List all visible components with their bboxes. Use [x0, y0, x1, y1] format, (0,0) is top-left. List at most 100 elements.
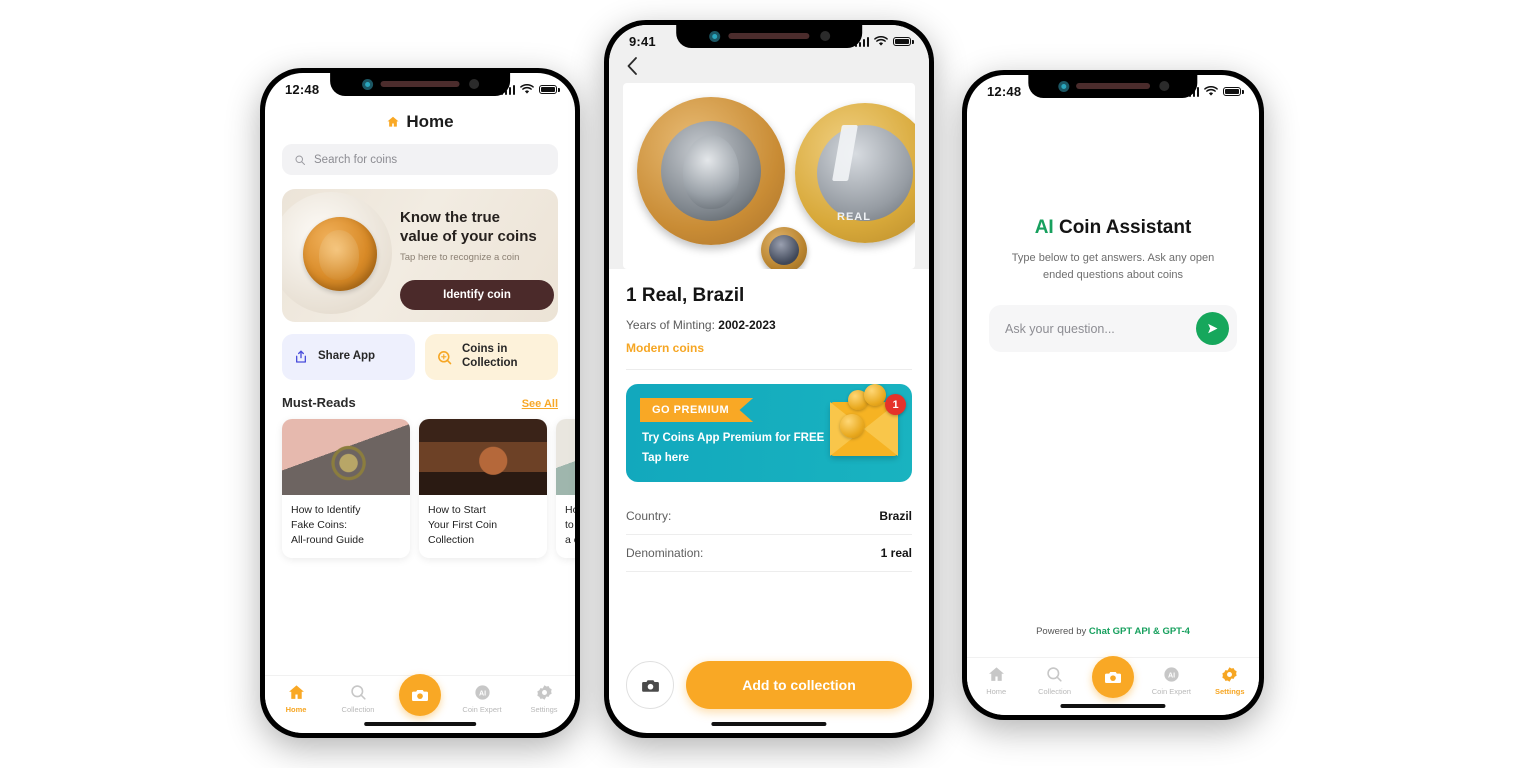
search-input[interactable]: Search for coins	[282, 144, 558, 175]
page-title-text: Home	[406, 112, 454, 131]
tab-camera[interactable]	[389, 674, 451, 716]
status-icons	[854, 34, 914, 47]
article-card[interactable]: How to v a c	[556, 419, 575, 558]
notification-badge: 1	[885, 394, 906, 415]
camera-icon	[641, 679, 659, 692]
page-title-rest: Coin Assistant	[1053, 217, 1192, 238]
search-placeholder: Search for coins	[314, 153, 398, 166]
question-input[interactable]: Ask your question...	[989, 305, 1237, 353]
article-thumbnail	[282, 419, 410, 495]
camera-button[interactable]	[626, 661, 674, 709]
spec-value: 1 real	[880, 546, 912, 560]
home-icon	[288, 685, 304, 699]
spec-value: Brazil	[879, 509, 912, 523]
tab-home-label: Home	[986, 687, 1007, 696]
send-button[interactable]	[1196, 312, 1229, 346]
front-camera-icon	[709, 31, 721, 42]
divider	[626, 369, 912, 370]
article-title: How to v a c	[565, 504, 575, 546]
notch	[330, 73, 510, 96]
camera-icon	[412, 690, 428, 701]
tab-camera[interactable]	[1084, 656, 1142, 698]
camera-button[interactable]	[1091, 656, 1134, 698]
share-app-tile[interactable]: Share App	[282, 334, 415, 380]
promo-line-2: Tap here	[642, 452, 690, 464]
article-title: How to Start Your First Coin Collection	[428, 504, 498, 546]
gear-icon	[1222, 667, 1237, 682]
article-card[interactable]: How to Identify Fake Coins: All-round Gu…	[282, 419, 410, 558]
tab-coin-expert[interactable]: AI Coin Expert	[1142, 665, 1200, 696]
page-title: Home	[265, 97, 575, 144]
phone-assistant-screen: 12:48 AI Coin Assistant Type below to ge…	[967, 75, 1259, 715]
go-premium-banner[interactable]: GO PREMIUM Try Coins App Premium for FRE…	[626, 384, 912, 482]
home-indicator	[711, 722, 827, 726]
home-indicator	[364, 722, 476, 726]
banner-heading: Know the true value of your coins	[400, 209, 537, 246]
camera-button[interactable]	[399, 674, 441, 716]
chevron-left-icon[interactable]	[626, 56, 639, 76]
detail-body: 1 Real, Brazil Years of Minting: 2002-20…	[609, 269, 929, 370]
notch	[1028, 75, 1198, 98]
camera-icon	[1104, 672, 1121, 683]
article-card[interactable]: How to Start Your First Coin Collection	[419, 419, 547, 558]
spec-row: Denomination: 1 real	[626, 535, 912, 572]
earpiece-speaker	[728, 33, 810, 39]
front-camera-icon	[1058, 81, 1070, 92]
must-reads-list[interactable]: How to Identify Fake Coins: All-round Gu…	[282, 419, 575, 558]
wifi-icon	[520, 84, 534, 94]
coin-photo: REAL	[623, 83, 915, 269]
tab-home[interactable]: Home	[265, 683, 327, 714]
tab-coin-expert[interactable]: AI Coin Expert	[451, 683, 513, 714]
proximity-sensor-icon	[820, 31, 831, 41]
home-icon	[988, 667, 1004, 681]
wifi-icon	[874, 36, 888, 46]
spec-key: Denomination:	[626, 546, 704, 560]
powered-by-note: Powered by Chat GPT API & GPT-4	[967, 626, 1259, 637]
status-time: 9:41	[629, 34, 656, 49]
notch	[676, 25, 862, 48]
powered-prefix: Powered by	[1036, 626, 1089, 637]
back-bar	[609, 49, 929, 83]
detail-action-bar: Add to collection	[609, 653, 929, 709]
powered-brand: Chat GPT API & GPT-4	[1088, 626, 1190, 637]
identify-coin-banner[interactable]: Know the true value of your coins Tap he…	[282, 189, 558, 322]
front-camera-icon	[362, 79, 374, 90]
minting-label: Years of Minting:	[626, 318, 715, 332]
tab-collection[interactable]: Collection	[1025, 665, 1083, 696]
coins-in-collection-tile[interactable]: Coins in Collection	[425, 334, 558, 380]
assistant-body: AI Coin Assistant Type below to get answ…	[967, 99, 1259, 353]
proximity-sensor-icon	[1158, 81, 1169, 91]
gold-coin-image	[303, 217, 377, 291]
earpiece-speaker	[1075, 83, 1151, 89]
tab-home[interactable]: Home	[967, 665, 1025, 696]
search-icon	[295, 155, 305, 165]
tab-settings[interactable]: Settings	[1201, 665, 1259, 696]
coin-category-link[interactable]: Modern coins	[626, 341, 912, 355]
tab-settings-label: Settings	[530, 705, 558, 714]
identify-coin-button[interactable]: Identify coin	[400, 280, 554, 310]
phone-home-screen: 12:48 Home Search for coins Know the tru…	[265, 73, 575, 733]
add-to-collection-button[interactable]: Add to collection	[686, 661, 912, 709]
see-all-link[interactable]: See All	[522, 398, 558, 410]
wifi-icon	[1204, 86, 1218, 96]
tab-collection[interactable]: Collection	[327, 683, 389, 714]
coin-search-icon	[438, 350, 452, 364]
coin-search-icon	[1047, 667, 1062, 682]
must-reads-title: Must-Reads	[282, 395, 356, 410]
quick-action-tiles: Share App Coins in Collection	[282, 334, 558, 380]
battery-icon	[893, 36, 914, 47]
coin-title: 1 Real, Brazil	[626, 285, 745, 306]
coin-search-icon	[350, 685, 366, 700]
go-premium-ribbon: GO PREMIUM	[640, 398, 754, 422]
promo-line-1: Try Coins App Premium for FREE	[642, 432, 825, 444]
tab-settings[interactable]: Settings	[513, 683, 575, 714]
article-thumbnail	[556, 419, 575, 495]
svg-text:AI: AI	[478, 689, 485, 697]
banner-subtitle: Tap here to recognize a coin	[400, 252, 520, 264]
page-title-accent: AI	[1034, 217, 1054, 238]
ai-icon: AI	[474, 685, 490, 700]
article-thumbnail	[419, 419, 547, 495]
status-time: 12:48	[285, 82, 320, 97]
gear-icon	[536, 685, 552, 700]
minting-value: 2002-2023	[718, 318, 776, 332]
